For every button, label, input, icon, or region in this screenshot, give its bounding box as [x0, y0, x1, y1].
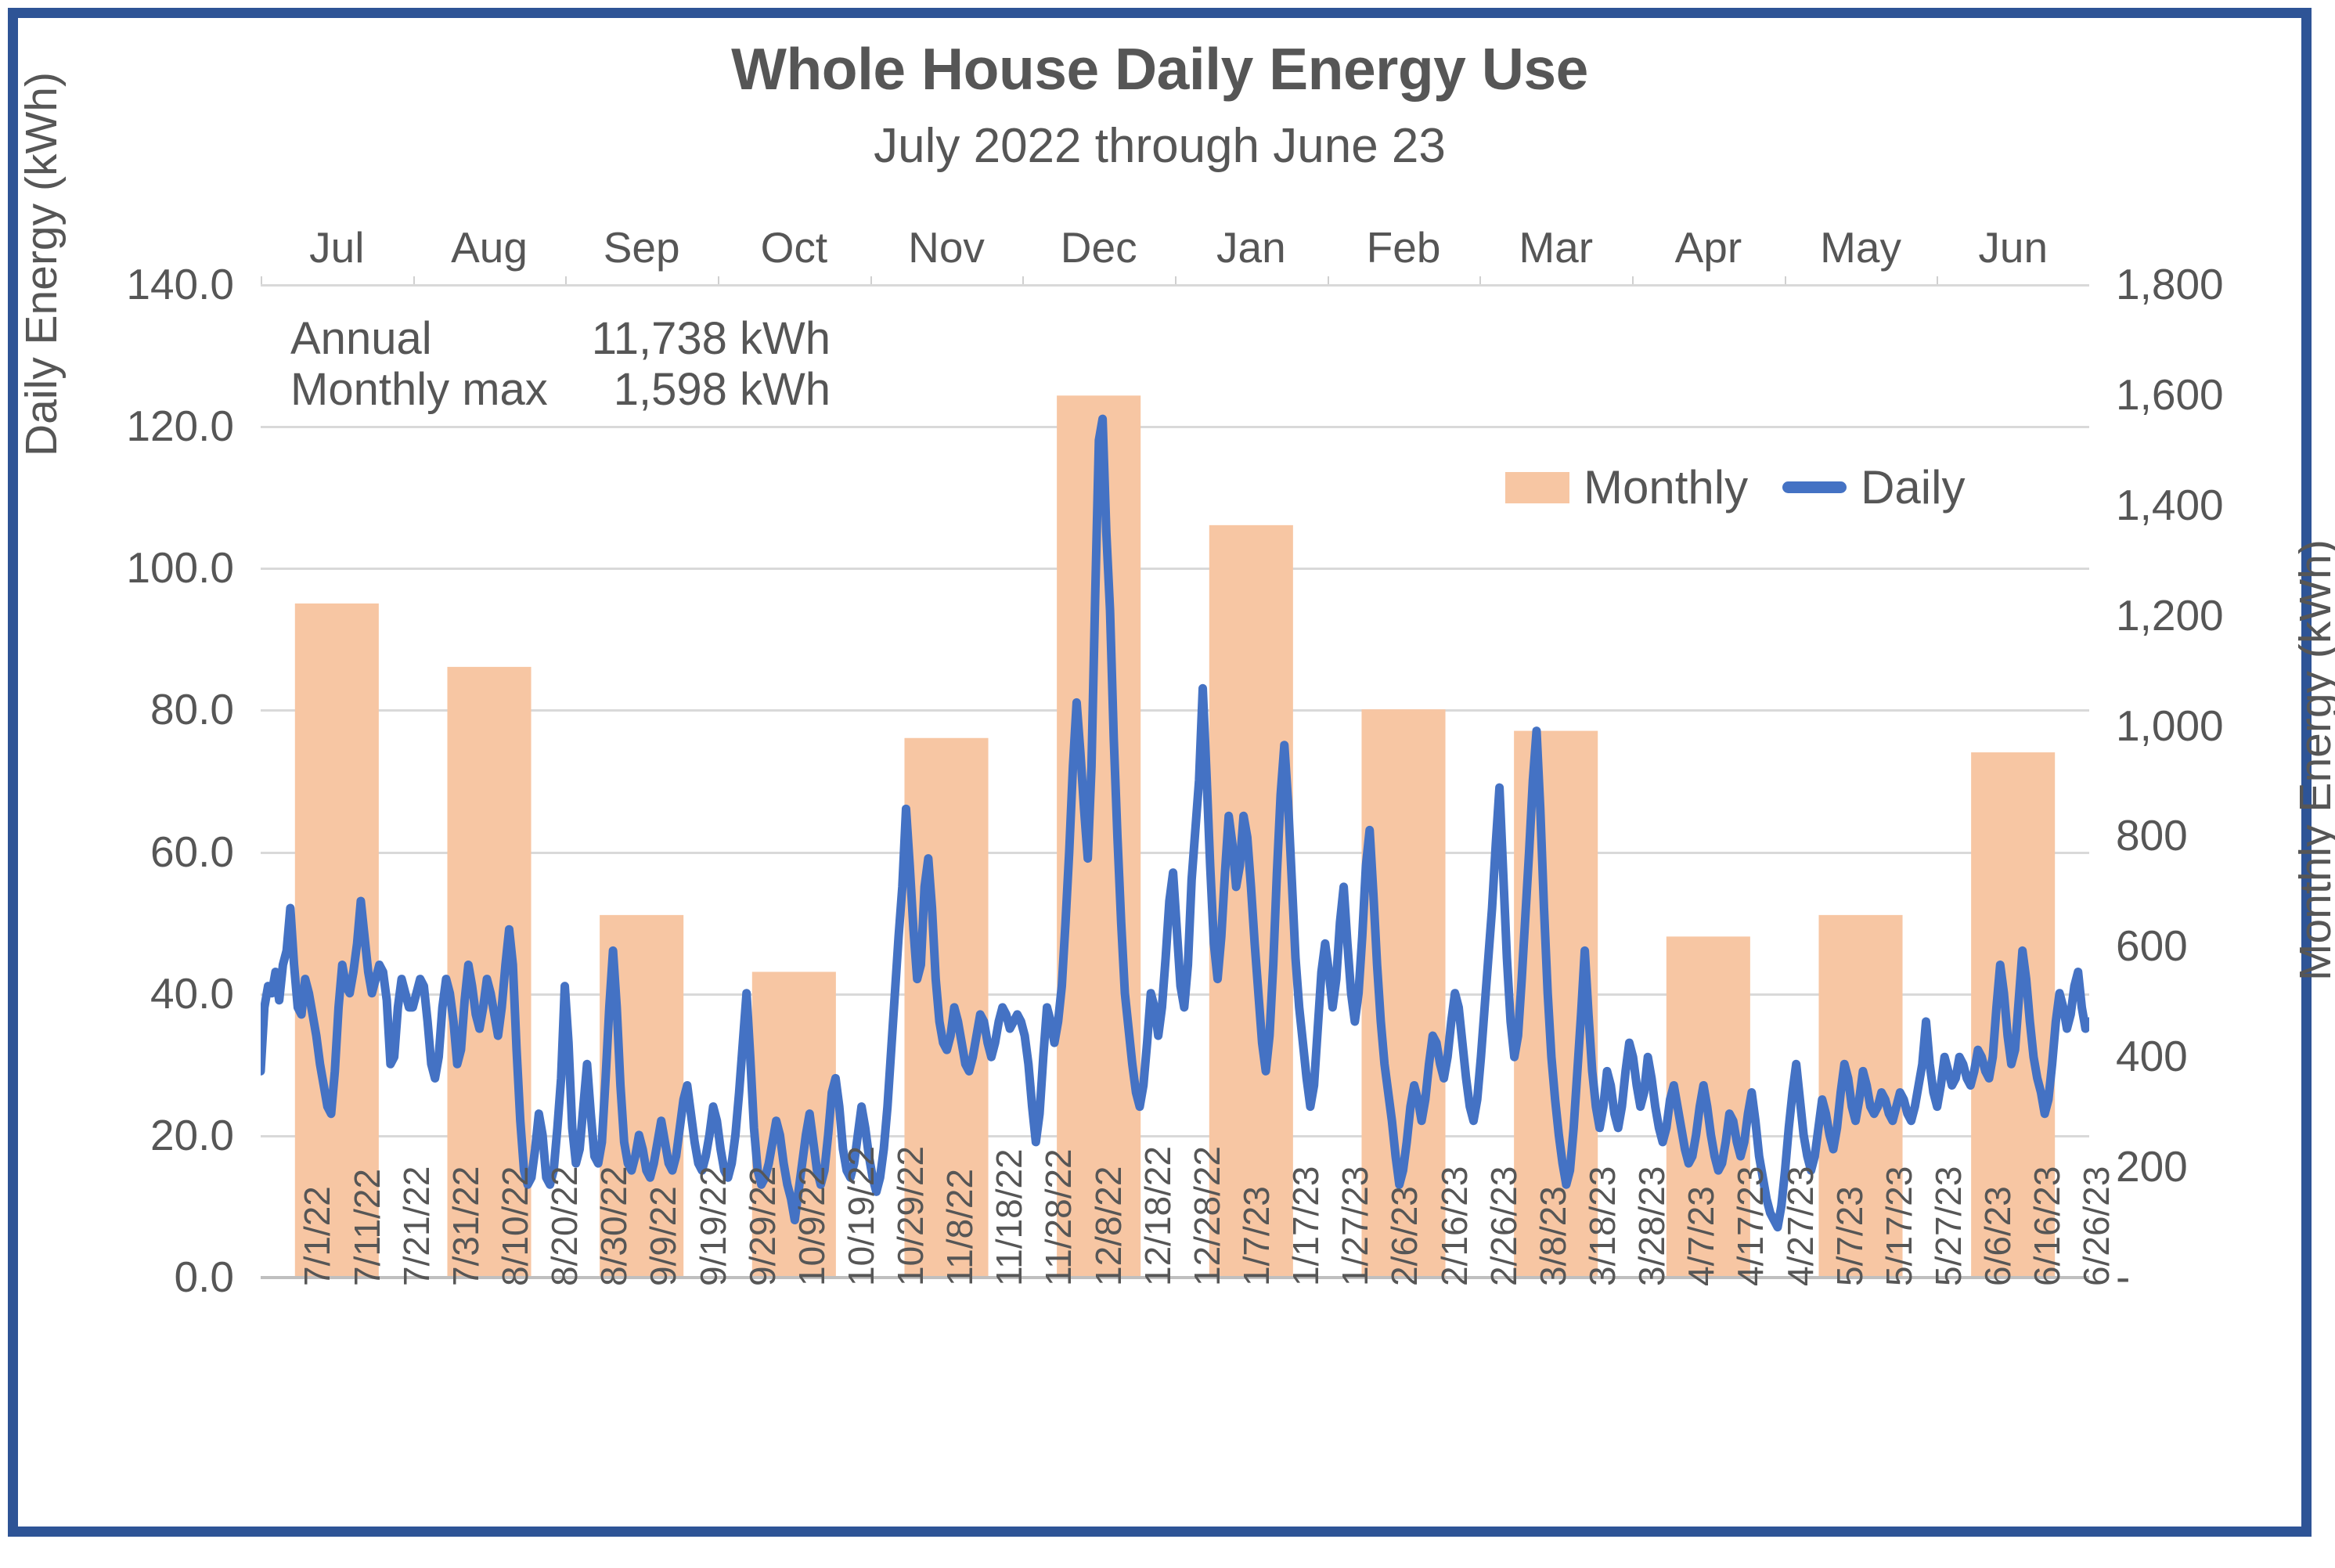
summary-annotation: Annual 11,738 kWh Monthly max 1,598 kWh — [290, 313, 831, 416]
left-axis-title: Daily Energy (kWh) — [16, 72, 67, 456]
month-label: Dec — [1060, 223, 1137, 272]
date-axis-tick: 6/16/23 — [2027, 1166, 2068, 1286]
month-label: Sep — [603, 223, 680, 272]
right-axis-tick: 600 — [2116, 921, 2188, 971]
date-axis-tick: 7/1/22 — [297, 1186, 338, 1286]
date-axis-tick: 10/19/22 — [840, 1145, 881, 1286]
left-axis-tick: 140.0 — [126, 260, 234, 308]
right-axis-tick: 400 — [2116, 1032, 2188, 1081]
left-axis-tick: 80.0 — [150, 685, 234, 734]
chart-frame: Whole House Daily Energy Use July 2022 t… — [8, 8, 2335, 1537]
month-label: Nov — [908, 223, 985, 272]
chart-subtitle: July 2022 through June 23 — [874, 119, 1446, 173]
date-axis-tick: 9/19/22 — [692, 1166, 733, 1286]
daily-swatch-icon — [1782, 481, 1847, 493]
energy-chart: Whole House Daily Energy Use July 2022 t… — [16, 18, 2335, 1527]
legend-label-daily: Daily — [1861, 461, 1966, 514]
plot-area — [261, 284, 2089, 1279]
date-axis-tick: 3/8/23 — [1532, 1186, 1573, 1286]
month-label: May — [1820, 223, 1901, 272]
left-axis-tick: 20.0 — [150, 1110, 234, 1159]
date-axis-tick: 7/31/22 — [445, 1166, 486, 1286]
date-axis-tick: 3/18/23 — [1581, 1166, 1623, 1286]
date-axis-tick: 1/27/23 — [1335, 1166, 1376, 1286]
date-axis-tick: 3/28/23 — [1631, 1166, 1673, 1286]
date-axis-tick: 11/18/22 — [989, 1148, 1030, 1286]
right-axis-tick: 1,400 — [2116, 480, 2224, 529]
left-axis-tick: 120.0 — [126, 402, 234, 451]
date-axis-tick: 11/8/22 — [939, 1168, 981, 1286]
date-axis-tick: 10/29/22 — [890, 1145, 931, 1286]
date-axis-tick: 5/17/23 — [1878, 1166, 1919, 1286]
month-label: Feb — [1366, 223, 1441, 272]
left-axis-tick: 40.0 — [150, 968, 234, 1018]
date-axis-tick: 2/16/23 — [1433, 1166, 1475, 1286]
right-axis-tick: 200 — [2116, 1142, 2188, 1191]
date-axis-tick: 1/17/23 — [1285, 1166, 1327, 1286]
date-axis-tick: 8/10/22 — [494, 1166, 535, 1286]
legend-item-monthly[interactable]: Monthly — [1505, 460, 1748, 514]
month-label: Mar — [1519, 223, 1594, 272]
annual-label: Annual — [290, 313, 432, 364]
right-value-axis: - 200 400 600 800 1,000 1,200 1,400 1,600 1,800 — [2106, 260, 2279, 1301]
left-axis-tick: 0.0 — [174, 1253, 234, 1301]
date-axis-tick: 5/7/23 — [1829, 1186, 1870, 1286]
month-label: Jan — [1216, 223, 1286, 272]
date-axis-tick: 12/8/22 — [1087, 1166, 1129, 1286]
date-axis-tick: 2/26/23 — [1483, 1166, 1524, 1286]
date-axis-tick: 11/28/22 — [1038, 1148, 1079, 1286]
date-axis-tick: 4/27/23 — [1779, 1166, 1821, 1286]
legend-item-daily[interactable]: Daily — [1782, 460, 1965, 514]
right-axis-tick: 800 — [2116, 811, 2188, 860]
right-axis-tick: 1,600 — [2116, 369, 2224, 419]
left-value-axis: 0.0 20.0 40.0 60.0 80.0 100.0 120.0 140.0 — [112, 260, 245, 1301]
monthly-swatch-icon — [1505, 471, 1569, 503]
date-axis-tick: 12/18/22 — [1137, 1145, 1178, 1286]
daily-line-path[interactable] — [261, 414, 2089, 1232]
date-axis: 7/1/22 7/11/22 7/21/22 7/31/22 8/10/22 8/20/2… — [261, 1146, 2117, 1568]
legend-label-monthly: Monthly — [1584, 461, 1749, 514]
monthly-max-value: 1,598 kWh — [613, 363, 831, 415]
left-axis-tick: 60.0 — [150, 827, 234, 876]
date-axis-tick: 9/9/22 — [643, 1186, 684, 1286]
right-axis-title: Monthly Energy (kWh) — [2290, 539, 2335, 981]
date-axis-tick: 8/30/22 — [593, 1166, 635, 1286]
date-axis-tick: 1/7/23 — [1236, 1186, 1277, 1286]
date-axis-tick: 6/6/23 — [1977, 1186, 2019, 1286]
month-label: Aug — [451, 223, 528, 272]
date-axis-tick: 9/29/22 — [741, 1166, 783, 1286]
right-axis-tick: - — [2116, 1253, 2131, 1301]
date-axis-tick: 2/6/23 — [1384, 1186, 1425, 1286]
date-axis-tick: 5/27/23 — [1927, 1166, 1969, 1286]
daily-line — [261, 414, 2089, 1232]
date-axis-tick: 7/21/22 — [395, 1166, 437, 1286]
month-label: Apr — [1674, 223, 1742, 272]
date-axis-tick: 7/11/22 — [346, 1168, 387, 1286]
month-axis: Jul Aug Sep Oct Nov Dec Jan Feb Mar Apr May Jun — [261, 220, 2089, 278]
month-label: Jul — [309, 223, 365, 272]
month-label: Jun — [1978, 223, 2049, 272]
date-axis-tick: 4/7/23 — [1681, 1186, 1722, 1286]
right-axis-tick: 1,800 — [2116, 260, 2224, 308]
left-axis-tick: 100.0 — [126, 543, 234, 593]
chart-legend: Monthly Daily — [1505, 460, 1965, 514]
month-label: Oct — [760, 223, 828, 272]
date-axis-tick: 6/26/23 — [2076, 1166, 2117, 1286]
annual-value: 11,738 kWh — [591, 313, 831, 364]
right-axis-tick: 1,200 — [2116, 590, 2224, 640]
date-axis-tick: 8/20/22 — [544, 1166, 586, 1286]
date-axis-tick: 4/17/23 — [1730, 1166, 1771, 1286]
page-title: Whole House Daily Energy Use — [731, 36, 1588, 102]
right-axis-tick: 1,000 — [2116, 701, 2224, 750]
monthly-max-label: Monthly max — [290, 363, 548, 415]
date-axis-tick: 12/28/22 — [1186, 1145, 1227, 1286]
date-axis-tick: 10/9/22 — [791, 1166, 832, 1286]
